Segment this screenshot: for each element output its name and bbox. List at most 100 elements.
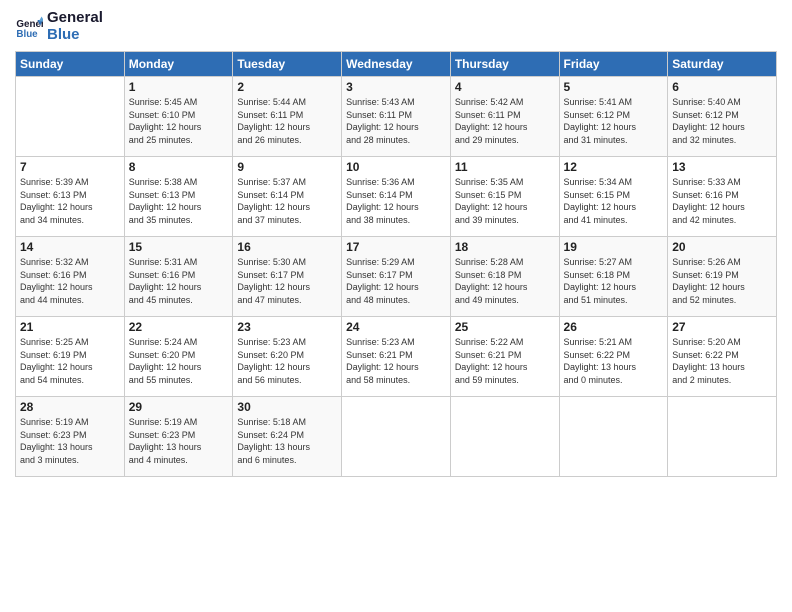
- logo-blue: Blue: [47, 27, 103, 44]
- day-number: 27: [672, 320, 772, 334]
- day-number: 2: [237, 80, 337, 94]
- calendar-cell: 26 Sunrise: 5:21 AM Sunset: 6:22 PM Dayli…: [559, 317, 668, 397]
- day-number: 21: [20, 320, 120, 334]
- day-header-sunday: Sunday: [16, 52, 125, 77]
- calendar-cell: 3Sunrise: 5:43 AM Sunset: 6:11 PM Daylig…: [342, 77, 451, 157]
- day-number: 4: [455, 80, 555, 94]
- day-number: 17: [346, 240, 446, 254]
- day-number: 7: [20, 160, 120, 174]
- calendar-cell: [668, 397, 777, 477]
- day-info: Sunrise: 5:23 AM Sunset: 6:21 PM Dayligh…: [346, 336, 446, 386]
- week-row-1: 1 Sunrise: 5:45 AM Sunset: 6:10 PM Daylig…: [16, 77, 777, 157]
- calendar-cell: 9 Sunrise: 5:37 AM Sunset: 6:14 PM Daylig…: [233, 157, 342, 237]
- day-info: Sunrise: 5:36 AM Sunset: 6:14 PM Dayligh…: [346, 176, 446, 226]
- day-info: Sunrise: 5:24 AM Sunset: 6:20 PM Dayligh…: [129, 336, 229, 386]
- calendar-cell: 22 Sunrise: 5:24 AM Sunset: 6:20 PM Dayli…: [124, 317, 233, 397]
- day-number: 10: [346, 160, 446, 174]
- day-number: 25: [455, 320, 555, 334]
- calendar-cell: 4 Sunrise: 5:42 AM Sunset: 6:11 PM Daylig…: [450, 77, 559, 157]
- page-container: General Blue General Blue SundayMondayTu…: [0, 0, 792, 487]
- calendar-cell: 19 Sunrise: 5:27 AM Sunset: 6:18 PM Dayli…: [559, 237, 668, 317]
- calendar-cell: 5 Sunrise: 5:41 AM Sunset: 6:12 PM Daylig…: [559, 77, 668, 157]
- day-number: 11: [455, 160, 555, 174]
- day-header-thursday: Thursday: [450, 52, 559, 77]
- day-info: Sunrise: 5:26 AM Sunset: 6:19 PM Dayligh…: [672, 256, 772, 306]
- day-number: 16: [237, 240, 337, 254]
- calendar-cell: 1 Sunrise: 5:45 AM Sunset: 6:10 PM Daylig…: [124, 77, 233, 157]
- calendar-cell: 29Sunrise: 5:19 AM Sunset: 6:23 PM Dayli…: [124, 397, 233, 477]
- logo-general: General: [47, 10, 103, 27]
- week-row-5: 28 Sunrise: 5:19 AM Sunset: 6:23 PM Dayli…: [16, 397, 777, 477]
- calendar-table: SundayMondayTuesdayWednesdayThursdayFrid…: [15, 51, 777, 477]
- calendar-cell: [16, 77, 125, 157]
- calendar-cell: [559, 397, 668, 477]
- day-info: Sunrise: 5:45 AM Sunset: 6:10 PM Dayligh…: [129, 96, 229, 146]
- calendar-cell: 20Sunrise: 5:26 AM Sunset: 6:19 PM Dayli…: [668, 237, 777, 317]
- calendar-cell: 7 Sunrise: 5:39 AM Sunset: 6:13 PM Daylig…: [16, 157, 125, 237]
- day-info: Sunrise: 5:25 AM Sunset: 6:19 PM Dayligh…: [20, 336, 120, 386]
- calendar-cell: 25Sunrise: 5:22 AM Sunset: 6:21 PM Dayli…: [450, 317, 559, 397]
- day-header-tuesday: Tuesday: [233, 52, 342, 77]
- day-info: Sunrise: 5:37 AM Sunset: 6:14 PM Dayligh…: [237, 176, 337, 226]
- calendar-cell: 18Sunrise: 5:28 AM Sunset: 6:18 PM Dayli…: [450, 237, 559, 317]
- day-info: Sunrise: 5:39 AM Sunset: 6:13 PM Dayligh…: [20, 176, 120, 226]
- day-info: Sunrise: 5:42 AM Sunset: 6:11 PM Dayligh…: [455, 96, 555, 146]
- week-row-2: 7 Sunrise: 5:39 AM Sunset: 6:13 PM Daylig…: [16, 157, 777, 237]
- calendar-cell: 6 Sunrise: 5:40 AM Sunset: 6:12 PM Daylig…: [668, 77, 777, 157]
- calendar-cell: 24 Sunrise: 5:23 AM Sunset: 6:21 PM Dayli…: [342, 317, 451, 397]
- day-number: 6: [672, 80, 772, 94]
- calendar-cell: 30 Sunrise: 5:18 AM Sunset: 6:24 PM Dayli…: [233, 397, 342, 477]
- day-info: Sunrise: 5:35 AM Sunset: 6:15 PM Dayligh…: [455, 176, 555, 226]
- day-header-friday: Friday: [559, 52, 668, 77]
- day-number: 23: [237, 320, 337, 334]
- calendar-cell: 17 Sunrise: 5:29 AM Sunset: 6:17 PM Dayli…: [342, 237, 451, 317]
- day-info: Sunrise: 5:29 AM Sunset: 6:17 PM Dayligh…: [346, 256, 446, 306]
- day-info: Sunrise: 5:38 AM Sunset: 6:13 PM Dayligh…: [129, 176, 229, 226]
- day-info: Sunrise: 5:28 AM Sunset: 6:18 PM Dayligh…: [455, 256, 555, 306]
- day-info: Sunrise: 5:31 AM Sunset: 6:16 PM Dayligh…: [129, 256, 229, 306]
- day-number: 12: [564, 160, 664, 174]
- day-info: Sunrise: 5:23 AM Sunset: 6:20 PM Dayligh…: [237, 336, 337, 386]
- day-info: Sunrise: 5:40 AM Sunset: 6:12 PM Dayligh…: [672, 96, 772, 146]
- day-header-saturday: Saturday: [668, 52, 777, 77]
- calendar-cell: 16 Sunrise: 5:30 AM Sunset: 6:17 PM Dayli…: [233, 237, 342, 317]
- day-info: Sunrise: 5:41 AM Sunset: 6:12 PM Dayligh…: [564, 96, 664, 146]
- day-number: 13: [672, 160, 772, 174]
- calendar-cell: [450, 397, 559, 477]
- logo-icon: General Blue: [15, 13, 43, 41]
- day-number: 29: [129, 400, 229, 414]
- day-number: 5: [564, 80, 664, 94]
- calendar-cell: 13 Sunrise: 5:33 AM Sunset: 6:16 PM Dayli…: [668, 157, 777, 237]
- day-info: Sunrise: 5:20 AM Sunset: 6:22 PM Dayligh…: [672, 336, 772, 386]
- calendar-cell: 8 Sunrise: 5:38 AM Sunset: 6:13 PM Daylig…: [124, 157, 233, 237]
- day-info: Sunrise: 5:32 AM Sunset: 6:16 PM Dayligh…: [20, 256, 120, 306]
- day-number: 8: [129, 160, 229, 174]
- day-info: Sunrise: 5:30 AM Sunset: 6:17 PM Dayligh…: [237, 256, 337, 306]
- svg-text:Blue: Blue: [16, 28, 38, 39]
- day-info: Sunrise: 5:18 AM Sunset: 6:24 PM Dayligh…: [237, 416, 337, 466]
- day-number: 28: [20, 400, 120, 414]
- day-info: Sunrise: 5:43 AM Sunset: 6:11 PM Dayligh…: [346, 96, 446, 146]
- day-info: Sunrise: 5:19 AM Sunset: 6:23 PM Dayligh…: [20, 416, 120, 466]
- day-number: 1: [129, 80, 229, 94]
- day-number: 26: [564, 320, 664, 334]
- logo: General Blue General Blue: [15, 10, 103, 43]
- calendar-cell: 14Sunrise: 5:32 AM Sunset: 6:16 PM Dayli…: [16, 237, 125, 317]
- calendar-cell: [342, 397, 451, 477]
- day-number: 30: [237, 400, 337, 414]
- calendar-cell: 11 Sunrise: 5:35 AM Sunset: 6:15 PM Dayli…: [450, 157, 559, 237]
- header-row: SundayMondayTuesdayWednesdayThursdayFrid…: [16, 52, 777, 77]
- week-row-3: 14Sunrise: 5:32 AM Sunset: 6:16 PM Dayli…: [16, 237, 777, 317]
- day-info: Sunrise: 5:21 AM Sunset: 6:22 PM Dayligh…: [564, 336, 664, 386]
- day-header-monday: Monday: [124, 52, 233, 77]
- day-info: Sunrise: 5:27 AM Sunset: 6:18 PM Dayligh…: [564, 256, 664, 306]
- day-info: Sunrise: 5:33 AM Sunset: 6:16 PM Dayligh…: [672, 176, 772, 226]
- calendar-cell: 12 Sunrise: 5:34 AM Sunset: 6:15 PM Dayli…: [559, 157, 668, 237]
- calendar-cell: 28 Sunrise: 5:19 AM Sunset: 6:23 PM Dayli…: [16, 397, 125, 477]
- calendar-cell: 15Sunrise: 5:31 AM Sunset: 6:16 PM Dayli…: [124, 237, 233, 317]
- day-number: 22: [129, 320, 229, 334]
- day-info: Sunrise: 5:34 AM Sunset: 6:15 PM Dayligh…: [564, 176, 664, 226]
- day-number: 24: [346, 320, 446, 334]
- day-number: 19: [564, 240, 664, 254]
- day-number: 9: [237, 160, 337, 174]
